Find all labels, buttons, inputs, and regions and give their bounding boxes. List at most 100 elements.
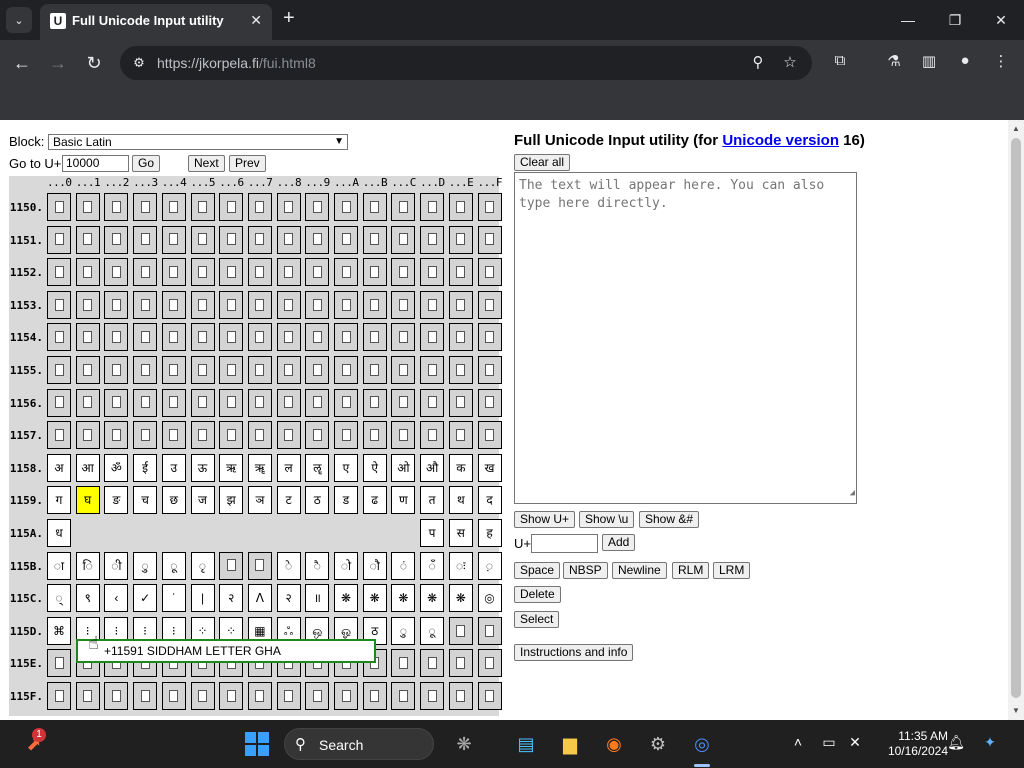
lrm-button[interactable]: LRM	[713, 562, 751, 579]
char-cell[interactable]	[219, 388, 244, 417]
char-cell[interactable]	[391, 682, 416, 710]
char-cell[interactable]	[477, 649, 502, 678]
char-cell[interactable]	[190, 388, 215, 417]
char-cell[interactable]: ु	[133, 551, 158, 580]
char-cell[interactable]	[362, 421, 387, 450]
char-cell[interactable]	[477, 356, 502, 384]
char-cell[interactable]	[305, 323, 330, 352]
go-button[interactable]: Go	[132, 155, 161, 172]
char-cell[interactable]	[362, 356, 387, 384]
char-cell[interactable]	[448, 388, 473, 417]
char-cell[interactable]	[190, 356, 215, 384]
char-cell[interactable]	[161, 421, 186, 450]
char-cell[interactable]	[104, 323, 129, 352]
delete-button[interactable]: Delete	[514, 586, 561, 603]
char-cell[interactable]: ु	[391, 616, 416, 645]
char-cell[interactable]	[247, 290, 272, 319]
char-cell[interactable]	[104, 193, 129, 221]
char-cell[interactable]	[391, 356, 416, 384]
char-cell[interactable]	[305, 290, 330, 319]
char-cell[interactable]	[161, 193, 186, 221]
menu-kebab-icon[interactable]: ⋮	[990, 52, 1012, 74]
char-cell[interactable]	[219, 356, 244, 384]
char-cell[interactable]	[276, 682, 301, 710]
char-cell[interactable]	[133, 258, 158, 287]
char-cell[interactable]: ू	[420, 616, 445, 645]
char-cell[interactable]	[391, 225, 416, 254]
char-cell[interactable]: ॠ	[247, 453, 272, 482]
char-cell[interactable]	[334, 193, 358, 221]
page-scrollbar[interactable]: ▲ ▼	[1008, 120, 1024, 720]
char-cell[interactable]	[477, 388, 502, 417]
char-cell[interactable]	[219, 421, 244, 450]
char-cell[interactable]	[276, 421, 301, 450]
char-cell[interactable]	[161, 225, 186, 254]
side-panel-icon[interactable]: ▥	[918, 52, 940, 74]
char-cell[interactable]: ❋	[391, 584, 416, 613]
char-cell[interactable]: च	[133, 486, 158, 515]
char-cell[interactable]	[391, 323, 416, 352]
char-cell[interactable]	[305, 421, 330, 450]
char-cell[interactable]: ❋	[448, 584, 473, 613]
char-cell[interactable]	[75, 193, 100, 221]
char-cell[interactable]	[104, 388, 129, 417]
resize-handle-icon[interactable]: ◢	[850, 484, 855, 502]
char-cell[interactable]: ᐱ	[247, 584, 272, 613]
select-button[interactable]: Select	[514, 611, 560, 628]
char-cell[interactable]	[448, 193, 473, 221]
scroll-thumb[interactable]	[1011, 138, 1021, 698]
char-cell[interactable]: ❋	[334, 584, 358, 613]
notifications-bell-icon[interactable]: 🔔︎	[947, 734, 965, 751]
char-cell[interactable]	[104, 356, 129, 384]
tab-search-icon[interactable]: ⌄	[6, 7, 32, 33]
prev-button[interactable]: Prev	[229, 155, 266, 172]
char-cell[interactable]	[104, 682, 129, 710]
taskbar-clock[interactable]: 11:35 AM 10/16/2024	[872, 729, 948, 759]
goto-input[interactable]: 10000	[62, 155, 129, 172]
char-cell[interactable]	[276, 193, 301, 221]
char-cell[interactable]	[133, 323, 158, 352]
char-cell[interactable]: ❋	[362, 584, 387, 613]
char-cell[interactable]: क	[448, 453, 473, 482]
char-cell[interactable]: ठ	[305, 486, 330, 515]
char-cell[interactable]	[448, 258, 473, 287]
char-cell[interactable]	[305, 388, 330, 417]
char-cell[interactable]: ौ	[362, 551, 387, 580]
char-cell[interactable]	[477, 323, 502, 352]
char-cell[interactable]	[47, 682, 71, 710]
char-cell[interactable]	[133, 421, 158, 450]
show-entity-button[interactable]: Show &#	[639, 511, 700, 528]
char-cell[interactable]	[247, 323, 272, 352]
close-window-icon[interactable]: ✕	[986, 8, 1016, 32]
char-cell[interactable]	[190, 225, 215, 254]
restore-icon[interactable]: ❐	[940, 8, 970, 32]
char-cell[interactable]	[420, 323, 445, 352]
char-cell[interactable]	[161, 682, 186, 710]
char-cell[interactable]	[47, 258, 71, 287]
char-cell[interactable]	[75, 323, 100, 352]
char-cell[interactable]	[276, 323, 301, 352]
char-cell[interactable]	[334, 258, 358, 287]
labs-flask-icon[interactable]: ⚗	[883, 52, 905, 74]
char-cell[interactable]: ग	[47, 486, 71, 515]
char-cell[interactable]	[219, 551, 244, 580]
char-cell[interactable]: ङ	[104, 486, 129, 515]
char-cell[interactable]	[477, 290, 502, 319]
char-cell[interactable]: ै	[305, 551, 330, 580]
char-cell[interactable]	[190, 258, 215, 287]
firefox-icon[interactable]: ◉	[600, 730, 628, 758]
char-cell[interactable]: ि	[75, 551, 100, 580]
char-cell[interactable]	[276, 258, 301, 287]
char-cell[interactable]	[362, 388, 387, 417]
char-cell[interactable]: ा	[47, 551, 71, 580]
char-cell[interactable]: ⌘	[47, 616, 71, 645]
char-cell[interactable]	[334, 290, 358, 319]
char-cell[interactable]	[420, 193, 445, 221]
char-cell[interactable]	[133, 290, 158, 319]
char-cell[interactable]	[247, 258, 272, 287]
site-info-icon[interactable]: ⚙	[130, 54, 148, 72]
char-cell[interactable]: अ	[47, 453, 71, 482]
char-cell[interactable]: ़	[477, 551, 502, 580]
instructions-button[interactable]: Instructions and info	[514, 644, 634, 661]
char-cell[interactable]	[247, 421, 272, 450]
